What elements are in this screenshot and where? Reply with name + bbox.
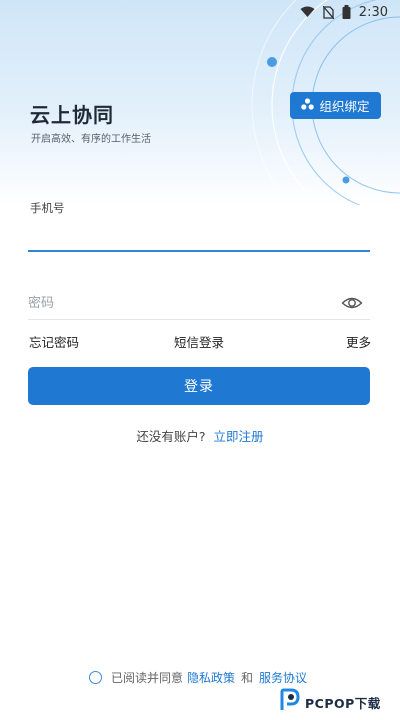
watermark: PCPOP下载 (279, 688, 397, 716)
phone-label: 手机号 (30, 201, 65, 215)
agreement-prefix: 已阅读并同意 (111, 670, 184, 685)
login-button[interactable]: 登录 (28, 367, 370, 405)
eye-icon[interactable] (341, 293, 363, 313)
register-question: 还没有账户? (136, 429, 206, 444)
status-time: 2:30 (358, 4, 388, 20)
register-row: 还没有账户? 立即注册 (0, 426, 400, 445)
agreement-and: 和 (241, 670, 254, 685)
privacy-policy-link[interactable]: 隐私政策 (187, 669, 235, 686)
app-title: 云上协同 (30, 103, 114, 127)
sms-login-link[interactable]: 短信登录 (174, 332, 224, 351)
wifi-icon (300, 6, 315, 18)
password-input[interactable] (28, 287, 338, 319)
phone-input[interactable] (28, 220, 370, 252)
password-underline (28, 319, 370, 320)
status-bar: 2:30 (0, 0, 400, 24)
org-bind-label: 组织绑定 (319, 99, 370, 114)
agreement-radio[interactable] (89, 670, 102, 684)
login-options-row: 忘记密码 短信登录 更多 (29, 332, 371, 350)
org-bind-icon (301, 98, 315, 113)
watermark-text: PCPOP下载 (305, 695, 381, 711)
watermark-logo-icon (279, 688, 301, 716)
no-sim-icon (322, 5, 334, 19)
forgot-password-link[interactable]: 忘记密码 (29, 332, 79, 351)
register-link[interactable]: 立即注册 (214, 429, 264, 444)
org-bind-button[interactable]: 组织绑定 (290, 92, 381, 119)
agreement-row: 已阅读并同意 隐私政策 和 服务协议 (89, 668, 307, 686)
service-agreement-link[interactable]: 服务协议 (259, 669, 307, 686)
app-subtitle: 开启高效、有序的工作生活 (31, 134, 151, 145)
more-link[interactable]: 更多 (346, 332, 371, 351)
battery-icon (342, 5, 351, 19)
